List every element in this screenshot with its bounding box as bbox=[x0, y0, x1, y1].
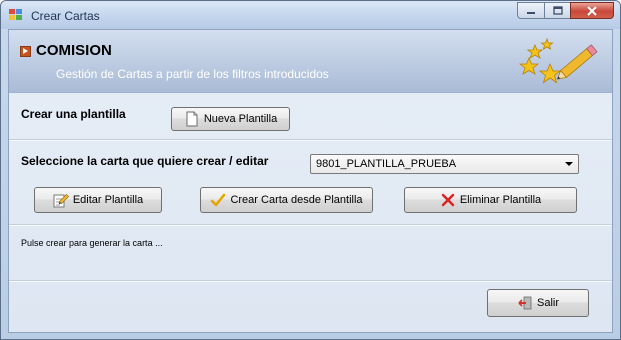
separator-3 bbox=[9, 280, 612, 282]
new-template-label: Nueva Plantilla bbox=[203, 113, 278, 125]
header-banner: COMISION Gestión de Cartas a partir de l… bbox=[9, 30, 612, 93]
separator-1 bbox=[9, 139, 612, 141]
exit-door-icon bbox=[518, 296, 532, 310]
chevron-down-icon bbox=[565, 162, 573, 166]
delete-template-button[interactable]: Eliminar Plantilla bbox=[404, 187, 577, 213]
window-title: Crear Cartas bbox=[31, 9, 100, 23]
select-letter-label: Seleccione la carta que quiere crear / e… bbox=[21, 154, 269, 168]
header-subtitle: Gestión de Cartas a partir de los filtro… bbox=[56, 67, 329, 81]
delete-x-icon bbox=[441, 193, 455, 207]
edit-pencil-icon bbox=[53, 193, 69, 208]
status-text: Pulse crear para generar la carta ... bbox=[21, 238, 163, 248]
header-title: COMISION bbox=[36, 42, 112, 59]
letter-select[interactable]: 9801_PLANTILLA_PRUEBA bbox=[310, 154, 579, 174]
create-letter-label: Crear Carta desde Plantilla bbox=[230, 194, 363, 206]
letter-select-value: 9801_PLANTILLA_PRUEBA bbox=[316, 158, 457, 170]
minimize-icon bbox=[527, 11, 535, 14]
maximize-button[interactable] bbox=[544, 2, 570, 19]
crear-cartas-window: Crear Cartas COMISION Gestión de Cartas … bbox=[0, 0, 621, 340]
new-document-icon bbox=[186, 111, 198, 127]
create-template-label: Crear una plantilla bbox=[21, 107, 126, 121]
close-button[interactable] bbox=[570, 2, 614, 19]
stars-pencil-icon bbox=[518, 37, 598, 84]
create-letter-button[interactable]: Crear Carta desde Plantilla bbox=[200, 187, 373, 213]
maximize-icon bbox=[552, 6, 563, 15]
separator-2 bbox=[9, 224, 612, 226]
close-icon bbox=[587, 5, 597, 16]
window-controls bbox=[517, 2, 614, 20]
edit-template-button[interactable]: Editar Plantilla bbox=[34, 187, 162, 213]
title-bar[interactable]: Crear Cartas bbox=[1, 1, 620, 29]
exit-button[interactable]: Salir bbox=[487, 289, 589, 317]
app-icon bbox=[9, 9, 22, 20]
new-template-button[interactable]: Nueva Plantilla bbox=[171, 107, 290, 131]
delete-template-label: Eliminar Plantilla bbox=[459, 194, 542, 206]
exit-label: Salir bbox=[536, 297, 559, 309]
minimize-button[interactable] bbox=[517, 2, 544, 19]
edit-template-label: Editar Plantilla bbox=[72, 194, 144, 206]
check-icon bbox=[211, 193, 226, 207]
orange-bullet-icon bbox=[20, 46, 31, 57]
client-area: COMISION Gestión de Cartas a partir de l… bbox=[8, 29, 613, 333]
